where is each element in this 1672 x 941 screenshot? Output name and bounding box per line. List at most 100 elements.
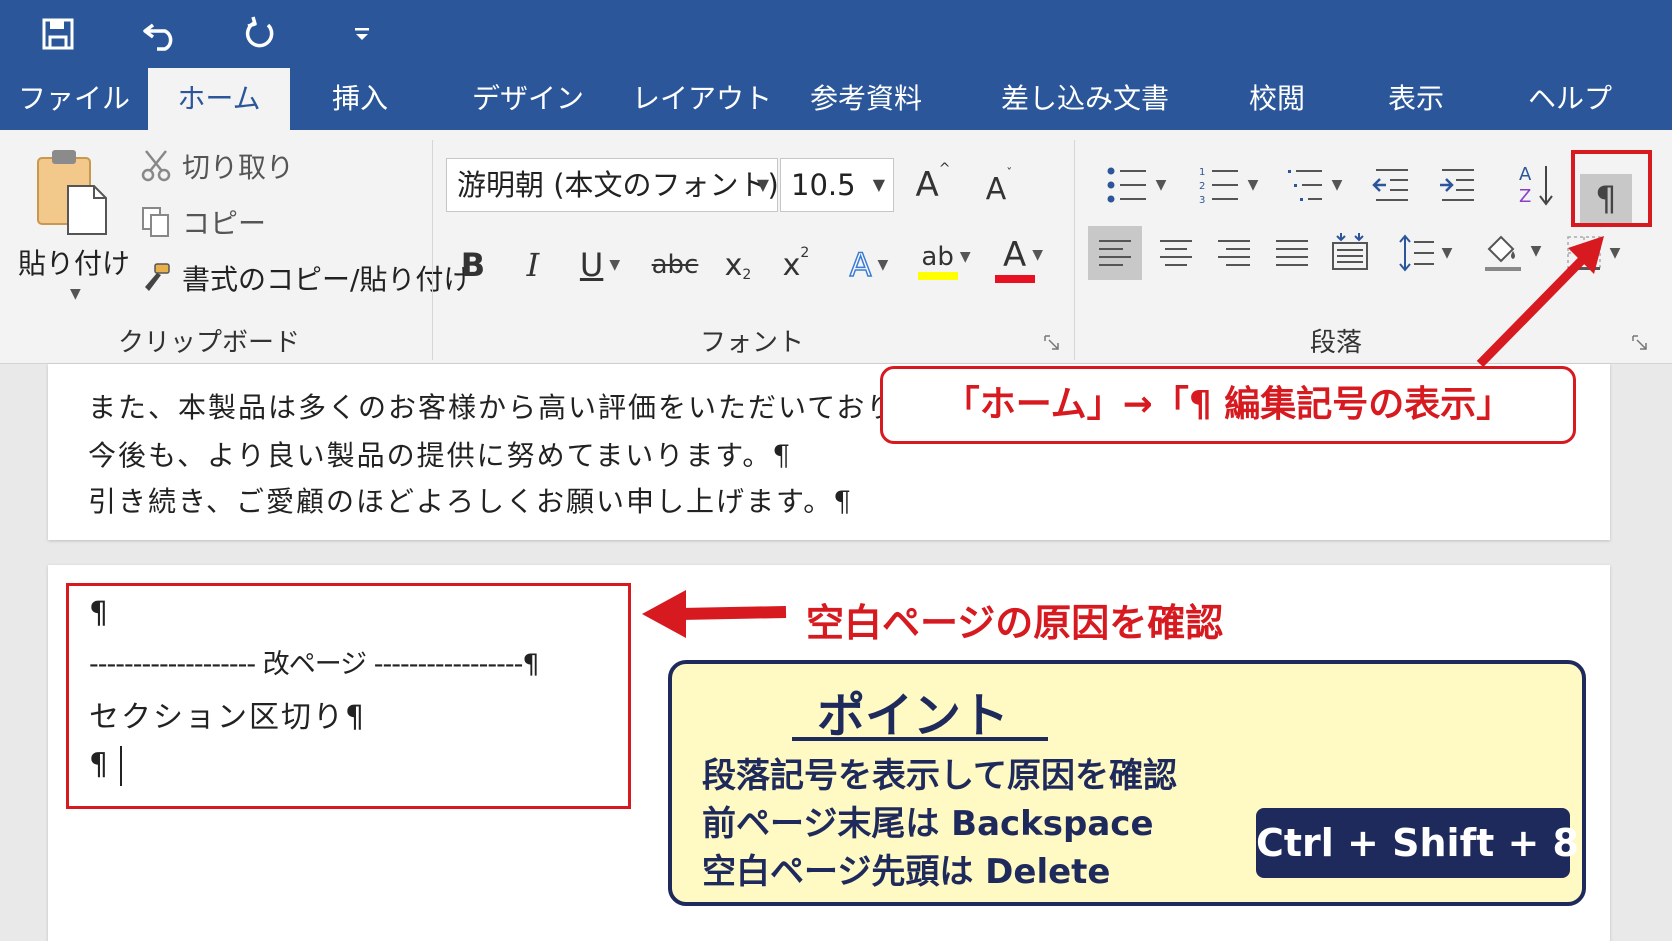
shrink-font-icon: A	[985, 171, 1007, 207]
word-window: ファイル ホーム 挿入 デザイン レイアウト 参考資料 差し込み文書 校閲 表示…	[0, 0, 1672, 941]
font-name-combo[interactable]: 游明朝 (本文のフォント) ▼	[446, 158, 778, 212]
subscript-button[interactable]: x2	[716, 240, 760, 290]
tab-view[interactable]: 表示	[1364, 68, 1468, 130]
grow-font-button[interactable]: A ^	[908, 160, 958, 210]
show-formatting-marks-button[interactable]: ¶	[1580, 174, 1632, 224]
tab-layout[interactable]: レイアウト	[612, 68, 792, 130]
paintbrush-icon	[138, 260, 174, 296]
cut-button[interactable]: 切り取り	[138, 146, 294, 186]
shading-button[interactable]: ▼	[1474, 226, 1548, 276]
text-effects-button[interactable]: A ▼	[838, 240, 900, 290]
multilevel-dropdown-icon[interactable]: ▼	[1332, 177, 1343, 193]
text-cursor	[120, 746, 123, 786]
superscript-button[interactable]: x2	[774, 240, 818, 290]
copy-button[interactable]: コピー	[138, 202, 266, 242]
paste-dropdown-icon[interactable]: ▼	[70, 286, 81, 302]
italic-button[interactable]: I	[512, 240, 554, 290]
bullets-dropdown-icon[interactable]: ▼	[1156, 177, 1167, 193]
sort-icon: A Z	[1519, 164, 1553, 207]
distributed-button[interactable]	[1324, 226, 1376, 276]
text-effects-dropdown-icon[interactable]: ▼	[878, 257, 889, 273]
subscript-base: x	[724, 247, 743, 283]
customize-qat-button[interactable]	[336, 10, 388, 58]
document-line: 引き続き、ご愛顧のほどよろしくお願い申し上げます。¶	[88, 485, 854, 518]
paragraph-dialog-launcher-icon[interactable]	[1632, 335, 1648, 351]
point-underline	[792, 737, 1048, 741]
sort-button[interactable]: A Z	[1506, 160, 1570, 210]
undo-button[interactable]	[136, 10, 188, 58]
align-center-icon	[1160, 240, 1192, 266]
tab-mailings[interactable]: 差し込み文書	[990, 68, 1180, 130]
tab-insert[interactable]: 挿入	[300, 68, 420, 130]
top-callout: 「ホーム」→「¶ 編集記号の表示」	[880, 366, 1576, 444]
numbering-button[interactable]: 1 2 3 ▼	[1188, 160, 1268, 210]
decrease-indent-button[interactable]	[1368, 160, 1416, 210]
highlight-button[interactable]: ab ▼	[914, 236, 978, 286]
tab-references[interactable]: 参考資料	[794, 68, 938, 130]
svg-text:1: 1	[1199, 167, 1205, 178]
align-center-button[interactable]	[1150, 228, 1202, 278]
bullets-icon	[1107, 167, 1146, 203]
font-dialog-launcher-icon[interactable]	[1044, 335, 1060, 351]
increase-indent-button[interactable]	[1434, 160, 1482, 210]
borders-button[interactable]: ▼	[1556, 228, 1628, 278]
clipboard-group-label: クリップボード	[118, 328, 301, 358]
scissors-icon	[138, 148, 174, 184]
justify-button[interactable]	[1266, 228, 1318, 278]
font-size-value: 10.5	[791, 168, 856, 202]
line-spacing-dropdown-icon[interactable]: ▼	[1442, 245, 1453, 261]
cursor-line: ¶	[89, 746, 123, 786]
tab-file[interactable]: ファイル	[10, 68, 138, 130]
align-right-icon	[1218, 240, 1250, 266]
paragraph-group-label: 段落	[1310, 328, 1363, 358]
svg-text:2: 2	[1199, 181, 1205, 192]
page-break-mark: ------------------- 改ページ ---------------…	[89, 649, 540, 680]
font-size-combo[interactable]: 10.5 ▼	[780, 158, 894, 212]
tab-review[interactable]: 校閲	[1228, 68, 1326, 130]
redo-button[interactable]	[234, 10, 286, 58]
format-painter-label: 書式のコピー/貼り付け	[182, 263, 472, 296]
tab-home[interactable]: ホーム	[148, 68, 290, 130]
undo-icon	[143, 23, 173, 51]
font-color-dropdown-icon[interactable]: ▼	[1032, 247, 1043, 263]
redo-icon	[245, 16, 274, 48]
shrink-font-button[interactable]: Aˇ	[974, 164, 1024, 214]
strikethrough-button[interactable]: abc	[648, 240, 702, 290]
break-marks-highlight: ¶ ------------------- 改ページ -------------…	[66, 583, 631, 809]
point-box: ポイント 段落記号を表示して原因を確認 前ページ末尾は Backspace 空白…	[668, 660, 1586, 906]
tab-help[interactable]: ヘルプ	[1508, 68, 1632, 130]
font-name-value: 游明朝 (本文のフォント)	[457, 168, 778, 202]
align-right-button[interactable]	[1208, 228, 1260, 278]
multilevel-list-button[interactable]: ▼	[1280, 160, 1348, 210]
point-line: 段落記号を表示して原因を確認	[702, 756, 1177, 796]
borders-dropdown-icon[interactable]: ▼	[1610, 245, 1621, 261]
font-color-icon: A	[1002, 235, 1027, 275]
bullets-button[interactable]: ▼	[1096, 160, 1176, 210]
numbering-dropdown-icon[interactable]: ▼	[1248, 177, 1259, 193]
save-icon	[42, 18, 74, 50]
underline-dropdown-icon[interactable]: ▼	[609, 257, 620, 273]
font-size-dropdown-icon[interactable]: ▼	[873, 159, 885, 211]
ribbon-home: 貼り付け ▼ 切り取り コピー 書式のコピー/貼り付け クリップボード 游明朝 …	[0, 130, 1672, 364]
highlight-dropdown-icon[interactable]: ▼	[960, 249, 971, 265]
document-line: 今後も、より良い製品の提供に努めてまいります。¶	[88, 439, 793, 472]
cause-label: 空白ページの原因を確認	[806, 601, 1224, 645]
paragraph-mark: ¶	[89, 596, 109, 631]
align-left-button[interactable]	[1088, 226, 1142, 280]
font-name-dropdown-icon[interactable]: ▼	[757, 159, 769, 211]
shortcut-badge: Ctrl + Shift + 8	[1256, 808, 1579, 878]
format-painter-button[interactable]: 書式のコピー/貼り付け	[138, 258, 471, 298]
save-button[interactable]	[32, 10, 84, 58]
point-line: 空白ページ先頭は Delete	[702, 852, 1111, 892]
line-spacing-button[interactable]: ▼	[1390, 228, 1460, 278]
highlight-icon: ab	[921, 242, 954, 272]
bold-button[interactable]: B	[452, 240, 494, 290]
copy-icon	[138, 204, 174, 240]
underline-button[interactable]: U ▼	[570, 240, 630, 290]
font-color-button[interactable]: A ▼	[990, 234, 1056, 284]
shading-dropdown-icon[interactable]: ▼	[1531, 243, 1542, 259]
borders-icon	[1566, 236, 1601, 270]
point-title: ポイント	[817, 688, 1010, 744]
tab-design[interactable]: デザイン	[448, 68, 608, 130]
paste-button[interactable]: 貼り付け ▼	[14, 140, 130, 310]
